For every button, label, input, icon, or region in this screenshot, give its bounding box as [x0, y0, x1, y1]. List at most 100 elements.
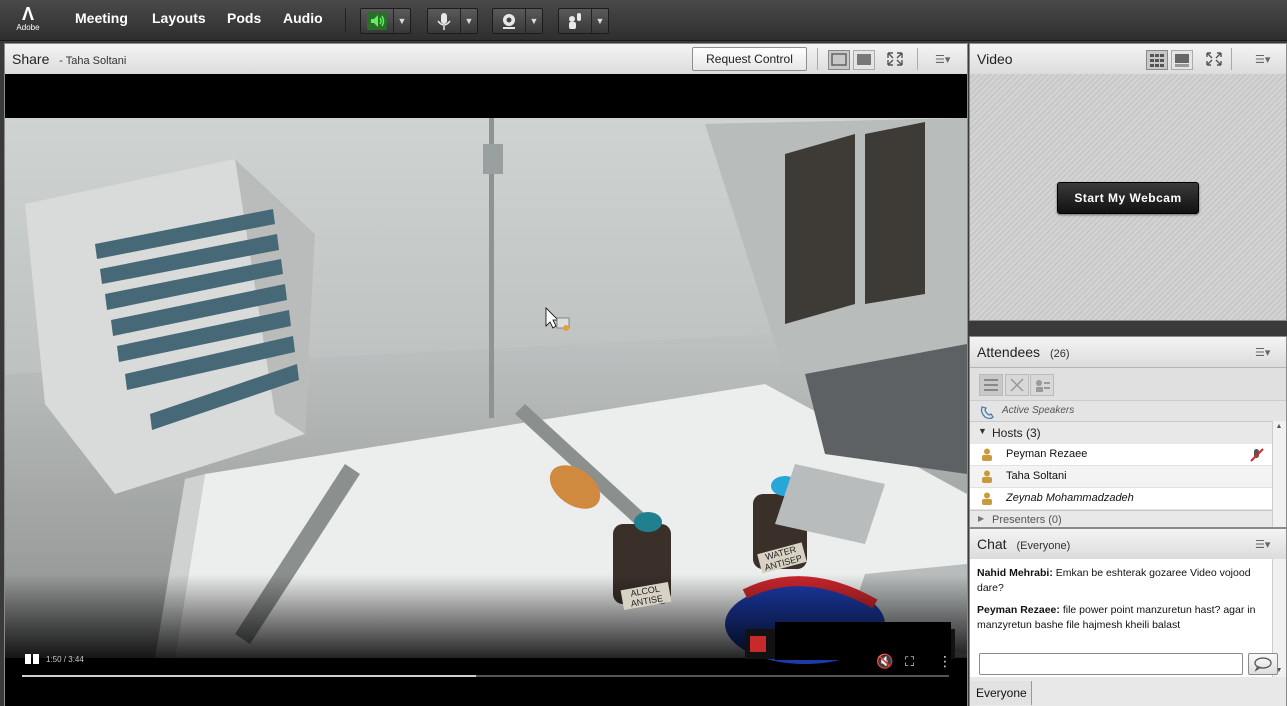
- raise-hand-icon: [559, 9, 592, 33]
- chat-message: Nahid Mehrabi: Emkan be eshterak gozaree…: [977, 566, 1272, 596]
- chat-message: Peyman Rezaee: file power point manzuret…: [977, 603, 1272, 633]
- pod-options-menu-icon[interactable]: ☰▾: [1255, 538, 1270, 551]
- attendees-scrollbar[interactable]: ▲: [1272, 421, 1286, 527]
- breakout-icon: [1010, 378, 1024, 392]
- fullscreen-button[interactable]: [885, 50, 905, 68]
- status-view-button[interactable]: [1030, 374, 1054, 396]
- menu-meeting[interactable]: Meeting: [75, 10, 128, 26]
- video-pod-header: Video ☰▾: [970, 44, 1286, 75]
- adobe-logo: Λ Adobe: [16, 4, 40, 32]
- attendee-row[interactable]: Taha Soltani: [970, 466, 1272, 488]
- menu-layouts[interactable]: Layouts: [152, 10, 206, 26]
- pod-options-menu-icon[interactable]: ☰▾: [1255, 53, 1270, 66]
- chat-scope: (Everyone): [1016, 540, 1071, 552]
- host-avatar-icon: [982, 470, 992, 483]
- divider: [1231, 48, 1232, 70]
- start-webcam-button[interactable]: Start My Webcam: [1057, 182, 1199, 214]
- mic-muted-icon: [1250, 448, 1264, 462]
- shared-video-frame: 🔇 ⛶ ⋮: [5, 118, 967, 677]
- raise-hand-button[interactable]: ▼: [558, 8, 609, 34]
- host-avatar-icon: [982, 448, 992, 461]
- pod-title: Attendees (26): [977, 344, 1070, 360]
- expand-triangle-icon: ▶: [978, 514, 985, 523]
- host-avatar-icon: [982, 492, 992, 505]
- top-menu-bar: Λ Adobe Meeting Layouts Pods Audio ▼ ▼ ▼…: [0, 0, 1287, 41]
- video-pod: Video ☰▾ Start My Webcam: [969, 43, 1287, 321]
- video-time: 1:50 / 3:44: [46, 655, 84, 664]
- microphone-icon: [428, 9, 461, 33]
- attendees-toolbar: [970, 368, 1286, 400]
- svg-text:⛶: ⛶: [904, 655, 915, 670]
- single-view-icon: [1175, 54, 1189, 67]
- chat-tab-everyone[interactable]: Everyone: [970, 681, 1032, 705]
- presenters-group-header[interactable]: ▶ Presenters (0): [970, 510, 1272, 527]
- phone-icon: [980, 406, 994, 420]
- chat-sender: Peyman Rezaee:: [977, 604, 1060, 616]
- play-pause-button[interactable]: [21, 650, 43, 668]
- attendee-name: Peyman Rezaee: [1006, 448, 1088, 460]
- active-speakers-row: Active Speakers: [970, 400, 1286, 421]
- chevron-down-icon[interactable]: ▼: [461, 9, 477, 33]
- chat-pod: Chat (Everyone) ☰▾ Nahid Mehrabi: Emkan …: [969, 528, 1287, 706]
- actual-size-icon: [857, 54, 871, 65]
- attendees-pod: Attendees (26) ☰▾ Active Speakers ▼ Host…: [969, 336, 1287, 528]
- video-progress-bar[interactable]: [22, 672, 949, 680]
- share-title: Share: [12, 51, 50, 67]
- speech-bubble-icon: [1254, 657, 1272, 672]
- chat-pod-header: Chat (Everyone) ☰▾: [970, 529, 1286, 560]
- chat-title: Chat: [977, 536, 1007, 552]
- attendee-count: (26): [1049, 348, 1070, 360]
- webcam-area: Start My Webcam: [970, 74, 1286, 320]
- actual-size-view-button[interactable]: [853, 50, 875, 70]
- status-icon: [1036, 380, 1050, 392]
- share-pod: Share - Taha Soltani Request Control ☰▾: [4, 43, 968, 706]
- attendees-pod-header: Attendees (26) ☰▾: [970, 337, 1286, 368]
- hosts-label: Hosts (3): [992, 426, 1041, 440]
- speaker-button[interactable]: ▼: [360, 8, 411, 34]
- fit-width-view-button[interactable]: [828, 50, 850, 70]
- collapse-triangle-icon: ▼: [978, 426, 987, 436]
- list-view-button[interactable]: [979, 374, 1003, 396]
- svg-text:⋮: ⋮: [938, 654, 952, 670]
- webcam-button[interactable]: ▼: [492, 8, 543, 34]
- pod-title: Share - Taha Soltani: [12, 51, 126, 67]
- chevron-down-icon[interactable]: ▼: [592, 9, 608, 33]
- video-title: Video: [977, 51, 1013, 67]
- active-speakers-label: Active Speakers: [1002, 405, 1075, 416]
- scroll-up-icon[interactable]: ▲: [1275, 423, 1283, 431]
- divider: [345, 8, 346, 32]
- grid-icon: [1150, 54, 1164, 67]
- pod-title: Chat (Everyone): [977, 536, 1070, 552]
- attendee-name: Taha Soltani: [1006, 470, 1067, 482]
- chat-sender: Nahid Mehrabi:: [977, 567, 1053, 579]
- request-control-button[interactable]: Request Control: [692, 47, 807, 71]
- pod-options-menu-icon[interactable]: ☰▾: [935, 53, 950, 66]
- single-view-button[interactable]: [1171, 50, 1193, 70]
- menu-audio[interactable]: Audio: [283, 10, 323, 26]
- attendee-row[interactable]: Peyman Rezaee: [970, 444, 1272, 466]
- webcam-icon: [493, 9, 526, 33]
- presenter-name: - Taha Soltani: [59, 55, 127, 67]
- fullscreen-icon: [1206, 52, 1222, 66]
- pod-options-menu-icon[interactable]: ☰▾: [1255, 346, 1270, 359]
- grid-view-button[interactable]: [1146, 50, 1168, 70]
- send-message-button[interactable]: [1248, 653, 1278, 675]
- chevron-down-icon[interactable]: ▼: [526, 9, 542, 33]
- chevron-down-icon[interactable]: ▼: [394, 9, 410, 33]
- speaker-icon: [361, 9, 394, 33]
- svg-text:🔇: 🔇: [876, 653, 893, 670]
- microphone-button[interactable]: ▼: [427, 8, 478, 34]
- attendees-title: Attendees: [977, 344, 1041, 360]
- chat-message-input[interactable]: [979, 653, 1243, 675]
- shared-video-stage: 🔇 ⛶ ⋮ ALCOL ANTISE WATER ANTISEP 1:50 / …: [5, 74, 967, 706]
- breakout-view-button[interactable]: [1005, 374, 1029, 396]
- fit-width-icon: [831, 53, 847, 66]
- hosts-group-header[interactable]: ▼ Hosts (3): [970, 421, 1272, 445]
- video-fullscreen-button[interactable]: [1204, 50, 1224, 68]
- share-pod-header: Share - Taha Soltani Request Control ☰▾: [5, 44, 967, 75]
- attendee-name: Zeynab Mohammadzadeh: [1006, 492, 1134, 504]
- attendee-row[interactable]: Zeynab Mohammadzadeh: [970, 488, 1272, 510]
- menu-pods[interactable]: Pods: [227, 10, 261, 26]
- presenters-label: Presenters (0): [992, 514, 1062, 526]
- divider: [917, 48, 918, 70]
